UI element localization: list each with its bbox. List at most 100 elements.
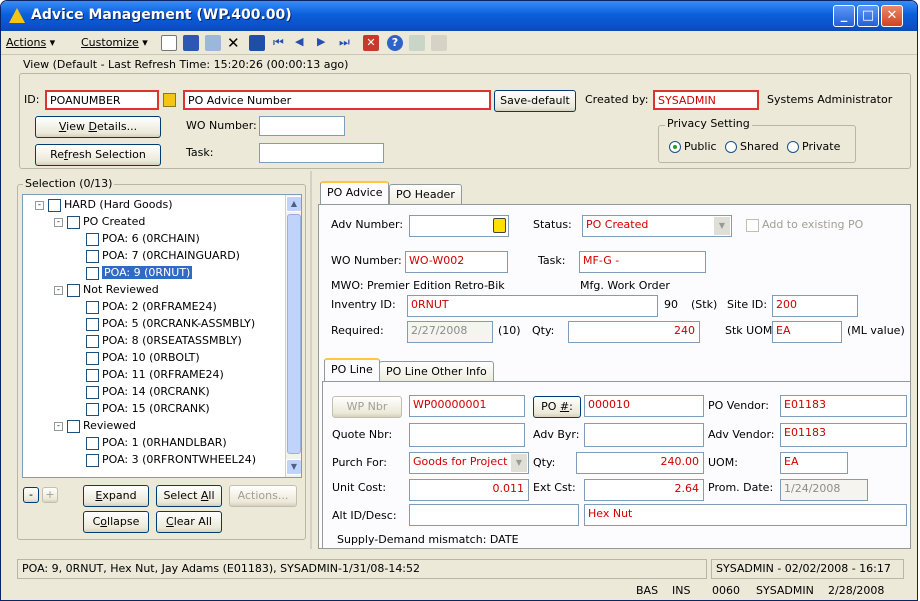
tree-checkbox[interactable] — [86, 249, 99, 263]
copy-icon[interactable] — [205, 35, 221, 51]
tree-item[interactable]: - Reviewed — [54, 418, 136, 435]
alt-id-field[interactable] — [409, 504, 579, 526]
tree-checkbox[interactable] — [67, 419, 80, 433]
tree-toggle-icon[interactable]: - — [54, 217, 63, 227]
maximize-button[interactable]: □ — [857, 5, 879, 27]
refresh-selection-button[interactable]: Refresh Selection — [35, 144, 161, 166]
tree-item[interactable]: POA: 3 (0RFRONTWHEEL24) — [73, 452, 256, 469]
tree-item[interactable]: - HARD (Hard Goods) — [35, 197, 173, 214]
selection-tree[interactable]: - HARD (Hard Goods) - PO Created POA: 6 (0RC… — [22, 194, 302, 478]
tree-checkbox[interactable] — [86, 317, 99, 331]
tree-checkbox[interactable] — [86, 385, 99, 399]
chevron-down-icon[interactable]: ▼ — [714, 217, 730, 235]
minimize-button[interactable]: _ — [833, 5, 855, 27]
tree-checkbox[interactable] — [86, 334, 99, 348]
tab-po-line-other-info[interactable]: PO Line Other Info — [379, 361, 494, 383]
tree-toggle-icon[interactable]: - — [35, 200, 44, 210]
privacy-public-radio[interactable]: Public — [669, 140, 717, 153]
tree-item[interactable]: POA: 6 (0RCHAIN) — [73, 231, 200, 248]
ext-cst-field[interactable]: 2.64 — [584, 479, 704, 501]
tree-item[interactable]: - Not Reviewed — [54, 282, 159, 299]
tab-po-line[interactable]: PO Line — [324, 358, 380, 382]
tab-po-advice[interactable]: PO Advice — [320, 181, 390, 205]
last-record-icon[interactable]: ⏭ — [339, 35, 355, 51]
view-details-button[interactable]: View Details... — [35, 116, 161, 138]
close-button[interactable]: ✕ — [881, 5, 903, 27]
previous-record-icon[interactable]: ◀ — [295, 35, 311, 51]
purch-chevron-down-icon[interactable]: ▼ — [511, 454, 527, 472]
privacy-private-radio[interactable]: Private — [787, 140, 840, 153]
save-icon[interactable] — [183, 35, 199, 51]
po-vendor-field[interactable]: E01183 — [780, 395, 907, 417]
scroll-thumb[interactable] — [287, 214, 301, 454]
tree-item[interactable]: POA: 2 (0RFRAME24) — [73, 299, 217, 316]
stk-uom-field[interactable]: EA — [772, 321, 842, 343]
tree-item[interactable]: - PO Created — [54, 214, 145, 231]
tree-item[interactable]: POA: 10 (0RBOLT) — [73, 350, 200, 367]
site-id-field[interactable]: 200 — [772, 295, 858, 317]
tree-scrollbar[interactable]: ▲ ▼ — [285, 195, 301, 477]
tree-checkbox[interactable] — [86, 368, 99, 382]
uom-field[interactable]: EA — [780, 452, 848, 474]
status-select[interactable]: PO Created — [582, 215, 732, 237]
customize-menu[interactable]: Customize ▾ — [81, 36, 148, 49]
delete-icon[interactable]: ✕ — [227, 35, 243, 51]
wp-nbr-field[interactable]: WP00000001 — [409, 395, 525, 417]
id-description-field[interactable]: PO Advice Number — [183, 90, 491, 110]
tree-item[interactable]: POA: 8 (0RSEATASSMBLY) — [73, 333, 242, 350]
inventory-id-field[interactable]: 0RNUT — [407, 295, 658, 317]
scroll-up-icon[interactable]: ▲ — [286, 196, 301, 212]
advice-wo-number-field[interactable]: WO-W002 — [405, 251, 508, 273]
tree-checkbox[interactable] — [48, 198, 61, 212]
tree-item[interactable]: POA: 5 (0RCRANK-ASSMBLY) — [73, 316, 255, 333]
lookup-icon[interactable] — [163, 93, 176, 107]
po-number-field[interactable]: 000010 — [584, 395, 704, 417]
tree-collapse-button[interactable]: - — [23, 487, 39, 503]
tab-po-header[interactable]: PO Header — [389, 184, 462, 206]
tree-item[interactable]: POA: 7 (0RCHAINGUARD) — [73, 248, 240, 265]
qty-field[interactable]: 240 — [568, 321, 700, 343]
exit-icon[interactable]: ✕ — [363, 35, 379, 51]
tree-checkbox[interactable] — [86, 266, 99, 280]
tree-checkbox[interactable] — [86, 402, 99, 416]
id-field[interactable]: POANUMBER — [45, 90, 159, 110]
notes-icon[interactable] — [493, 218, 506, 233]
expand-button[interactable]: Expand — [83, 485, 149, 507]
actions-menu[interactable]: Actions ▾ — [6, 36, 55, 49]
next-record-icon[interactable]: ▶ — [317, 35, 333, 51]
save-close-icon[interactable] — [249, 35, 265, 51]
privacy-shared-radio[interactable]: Shared — [725, 140, 779, 153]
po-number-button[interactable]: PO #: — [533, 396, 581, 418]
tree-toggle-icon[interactable]: - — [54, 421, 63, 431]
tree-checkbox[interactable] — [67, 215, 80, 229]
clear-all-button[interactable]: Clear All — [156, 511, 222, 533]
wo-number-field[interactable] — [259, 116, 345, 136]
task-field[interactable] — [259, 143, 384, 163]
new-icon[interactable] — [161, 35, 177, 51]
collapse-button[interactable]: Collapse — [83, 511, 149, 533]
tree-item[interactable]: POA: 14 (0RCRANK) — [73, 384, 210, 401]
first-record-icon[interactable]: ⏮ — [273, 35, 289, 51]
created-by-field[interactable]: SYSADMIN — [653, 90, 759, 110]
tree-toggle-icon[interactable]: - — [54, 285, 63, 295]
tree-item[interactable]: POA: 9 (0RNUT) — [73, 265, 193, 282]
save-default-button[interactable]: Save-default — [494, 90, 576, 112]
tree-item[interactable]: POA: 1 (0RHANDLBAR) — [73, 435, 227, 452]
tree-checkbox[interactable] — [86, 436, 99, 450]
tree-checkbox[interactable] — [86, 351, 99, 365]
scroll-down-icon[interactable]: ▼ — [286, 459, 301, 475]
adv-byr-field[interactable] — [584, 423, 704, 447]
quote-nbr-field[interactable] — [409, 423, 525, 447]
tree-checkbox[interactable] — [67, 283, 80, 297]
line-qty-field[interactable]: 240.00 — [576, 452, 704, 474]
splitter[interactable] — [310, 171, 312, 549]
tree-item[interactable]: POA: 15 (0RCRANK) — [73, 401, 210, 418]
unit-cost-field[interactable]: 0.011 — [409, 479, 529, 501]
tree-item[interactable]: POA: 11 (0RFRAME24) — [73, 367, 224, 384]
tree-checkbox[interactable] — [86, 453, 99, 467]
alt-desc-field[interactable]: Hex Nut — [584, 504, 907, 526]
advice-task-field[interactable]: MF-G - — [579, 251, 706, 273]
adv-vendor-field[interactable]: E01183 — [780, 423, 907, 447]
select-all-button[interactable]: Select All — [156, 485, 222, 507]
tree-checkbox[interactable] — [86, 300, 99, 314]
